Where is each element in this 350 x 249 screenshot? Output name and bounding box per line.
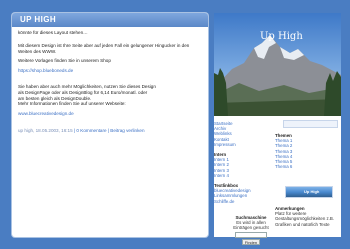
- comments-link[interactable]: | 0 Kommentare | Beitrag verlinken: [74, 128, 145, 133]
- search-hint: Einträgen gesucht: [233, 225, 269, 231]
- post-title: UP HIGH: [20, 15, 56, 24]
- theme-link[interactable]: Thema 6: [275, 164, 339, 169]
- top-search-field[interactable]: [283, 120, 338, 128]
- hero-image: Up High: [214, 13, 341, 116]
- search-box: Suchmaschine Es wird in allen Einträgen …: [228, 215, 274, 245]
- main-header: UP HIGH: [12, 13, 208, 27]
- themes-column: Themen Thema 1 Thema 2 Thema 3 Thema 4 T…: [275, 133, 339, 169]
- post-footer: up high, 18.05.2003, 16:15 | 0 Kommentar…: [18, 128, 204, 134]
- nav-column: Startseite Archiv Weblinks Kontakt Impre…: [214, 121, 269, 204]
- post-body: könnte für dieses Layout stehen… Mit die…: [18, 30, 204, 134]
- notes-box: Anmerkungen Platz für weitere Gestaltung…: [275, 206, 339, 227]
- site-title: Up High: [260, 31, 303, 42]
- find-button[interactable]: Finden: [242, 238, 260, 245]
- mini-banner: Up High: [285, 186, 333, 198]
- sidebar: Up High Startseite Archiv Weblinks Konta…: [214, 13, 341, 245]
- post-line: Mit diesem Design ist Ihre Seite aber au…: [18, 42, 190, 54]
- textlink[interactable]: Schliffe.de: [214, 199, 269, 204]
- mini-banner-label: Up High: [304, 189, 320, 194]
- notes-text: Platz für weitere Gestaltungsmöglichkeit…: [275, 211, 335, 227]
- mountain-photo: [214, 13, 341, 116]
- main-content-panel: UP HIGH könnte für dieses Layout stehen……: [12, 13, 208, 237]
- search-input[interactable]: [235, 231, 267, 238]
- page: UP HIGH könnte für dieses Layout stehen……: [0, 0, 350, 249]
- post-meta: up high, 18.05.2003, 16:15: [18, 127, 73, 133]
